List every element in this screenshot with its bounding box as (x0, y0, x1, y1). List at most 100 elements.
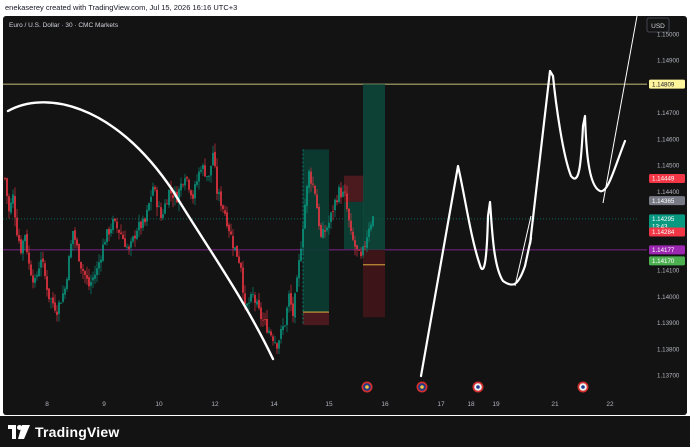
candle-body (334, 199, 336, 211)
candle-body (20, 239, 22, 253)
candle-body (206, 176, 208, 178)
us-flag-event[interactable] (577, 381, 589, 393)
candle-body (14, 196, 16, 218)
footer-bar: TradingView (0, 416, 690, 447)
candle-body (212, 152, 214, 166)
candle-body (160, 207, 162, 219)
long-position-stop-zone[interactable] (303, 312, 329, 326)
candle-body (200, 169, 202, 172)
price-label-text: 1.14284 (652, 229, 675, 236)
price-label-text: 1.14177 (652, 247, 675, 254)
candle-body (126, 246, 128, 248)
candle-body (310, 171, 312, 184)
candle-body (86, 274, 88, 279)
time-tick-label: 17 (437, 401, 445, 408)
candle-body (338, 187, 340, 203)
price-tick-label: 1.14600 (657, 136, 680, 143)
chart-panel[interactable]: Euro / U.S. Dollar · 30 · CMC Markets US… (3, 16, 687, 415)
candle-body (84, 271, 86, 275)
eu-flag-event[interactable] (361, 381, 373, 393)
price-tick-label: 1.13900 (657, 320, 680, 327)
candle-body (314, 185, 316, 194)
tradingview-logo-icon (8, 425, 30, 439)
candle-body (42, 258, 44, 262)
price-tick-label: 1.14900 (657, 58, 680, 65)
time-tick-label: 22 (606, 401, 614, 408)
events-layer (361, 381, 589, 393)
candle-body (18, 235, 20, 241)
projection-path-drawing[interactable] (419, 69, 627, 378)
candle-body (350, 220, 352, 231)
candle-body (48, 288, 50, 300)
candle-body (220, 191, 222, 206)
candle-body (54, 302, 56, 311)
candle-body (168, 189, 170, 206)
long-position-target-zone[interactable] (363, 84, 385, 250)
candle-body (230, 231, 232, 235)
time-tick-label: 15 (325, 401, 333, 408)
candle-body (354, 240, 356, 247)
candle-body (10, 202, 12, 213)
candle-body (38, 268, 40, 276)
price-label-text: 1.14295 (652, 216, 675, 223)
candle-body (282, 326, 284, 331)
candle-body (8, 196, 10, 212)
price-tick-label: 1.13800 (657, 346, 680, 353)
candle-body (328, 222, 330, 228)
price-chart[interactable]: Euro / U.S. Dollar · 30 · CMC Markets US… (3, 16, 687, 415)
candle-body (132, 236, 134, 242)
candle-body (98, 262, 100, 269)
candle-body (82, 268, 84, 271)
candle-body (208, 175, 210, 177)
candle-body (16, 217, 18, 236)
candle-body (362, 246, 364, 256)
candle-body (316, 194, 318, 209)
candle-body (60, 302, 62, 304)
candle-body (4, 178, 6, 179)
candle-body (12, 194, 14, 204)
candle-body (286, 307, 288, 326)
candle-body (372, 216, 374, 226)
candle-body (50, 298, 52, 300)
candle-body (108, 228, 110, 235)
candle-body (268, 330, 270, 333)
candle-body (130, 241, 132, 248)
candle-body (134, 235, 136, 239)
candle-body (364, 246, 366, 247)
candle-body (66, 279, 68, 289)
candle-body (148, 203, 150, 211)
candle-body (124, 238, 126, 247)
time-axis[interactable]: 8 9 10 12 14 15 16 17 18 19 21 22 (45, 401, 614, 408)
candle-body (166, 203, 168, 205)
candle-body (360, 251, 362, 257)
candle-body (234, 247, 236, 250)
price-tick-label: 1.13700 (657, 373, 680, 380)
candle-body (190, 190, 192, 196)
candle-body (228, 224, 230, 232)
candle-body (352, 231, 354, 240)
candle-body (368, 228, 370, 238)
candle-body (298, 260, 300, 279)
candle-body (140, 221, 142, 229)
time-tick-label: 18 (467, 401, 475, 408)
candle-body (270, 331, 272, 336)
tradingview-logo: TradingView (8, 423, 119, 441)
price-axis[interactable]: 1.15000 1.14900 1.14700 1.14600 1.14500 1.144… (649, 32, 685, 380)
candle-body (246, 303, 248, 306)
price-tick-label: 1.14700 (657, 110, 680, 117)
candle-body (322, 229, 324, 239)
candle-body (260, 307, 262, 320)
candle-body (52, 297, 54, 304)
eu-flag-event[interactable] (416, 381, 428, 393)
price-tick-label: 1.14100 (657, 268, 680, 275)
candle-body (348, 208, 350, 221)
candle-body (180, 183, 182, 191)
candle-body (302, 228, 304, 248)
long-position-stop-zone[interactable] (363, 249, 385, 318)
candle-body (76, 239, 78, 246)
candle-body (226, 212, 228, 227)
candle-body (306, 186, 308, 206)
trend-ray[interactable] (602, 16, 638, 204)
candle-body (92, 277, 94, 281)
us-flag-event[interactable] (472, 381, 484, 393)
